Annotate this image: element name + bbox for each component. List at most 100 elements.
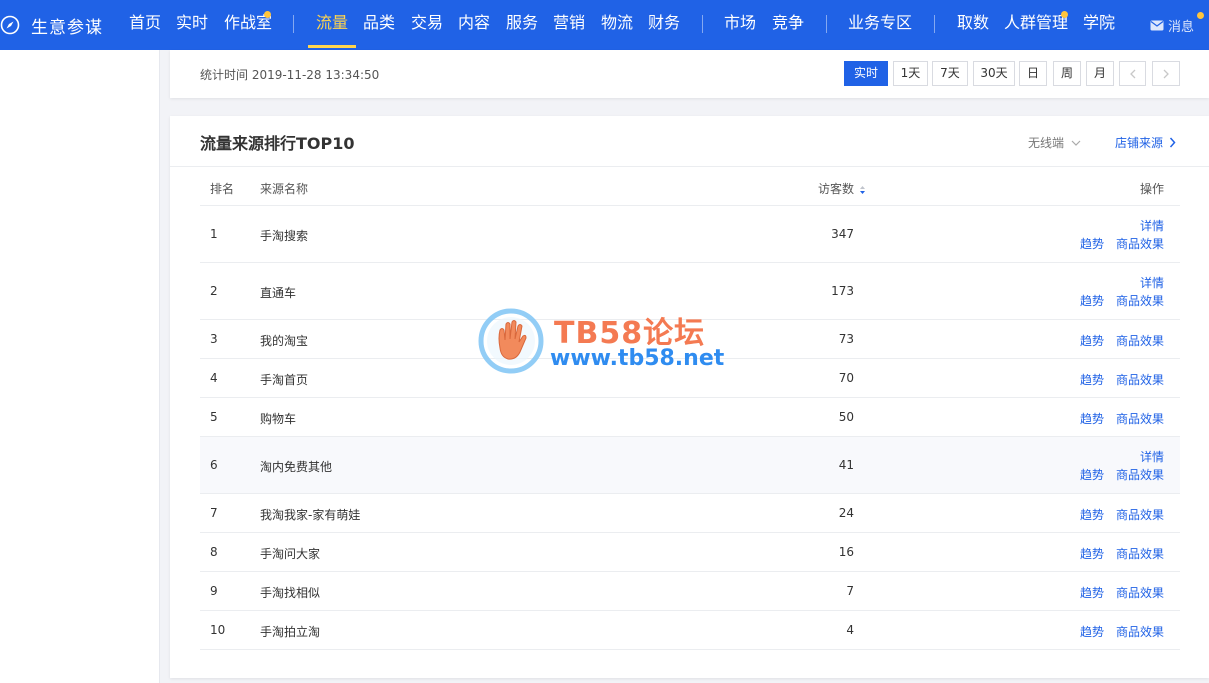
table-row: 8 手淘问大家 16 趋势 商品效果	[200, 533, 1180, 572]
goods-effect-link[interactable]: 商品效果	[1116, 371, 1164, 388]
goods-effect-link[interactable]: 商品效果	[1116, 466, 1164, 483]
rank-cell: 4	[210, 371, 218, 385]
goods-effect-link[interactable]: 商品效果	[1116, 332, 1164, 349]
visitors-cell: 7	[846, 584, 854, 598]
goods-effect-link[interactable]: 商品效果	[1116, 584, 1164, 601]
nav-item-academy[interactable]: 学院	[1083, 0, 1115, 50]
nav-item-crowd-management[interactable]: 人群管理	[1004, 0, 1068, 50]
table-row: 7 我淘我家-家有萌娃 24 趋势 商品效果	[200, 494, 1180, 533]
visitors-cell: 50	[838, 410, 854, 424]
brand[interactable]: 生意参谋	[0, 0, 103, 50]
notification-dot	[1197, 12, 1204, 19]
nav-item-business-zone[interactable]: 业务专区	[848, 0, 912, 50]
prev-period-button[interactable]	[1119, 61, 1146, 86]
nav-separator	[702, 15, 703, 33]
table-row: 5 购物车 50 趋势 商品效果	[200, 398, 1180, 437]
nav-item-traffic[interactable]: 流量	[316, 0, 348, 50]
trend-link[interactable]: 趋势	[1080, 410, 1104, 427]
trend-link[interactable]: 趋势	[1080, 235, 1104, 252]
period-month-button[interactable]: 月	[1086, 61, 1114, 86]
goods-effect-link[interactable]: 商品效果	[1116, 545, 1164, 562]
rank-cell: 2	[210, 284, 218, 298]
nav-item-service[interactable]: 服务	[506, 0, 538, 50]
active-nav-underline	[308, 45, 356, 48]
brand-name: 生意参谋	[31, 17, 103, 38]
trend-link[interactable]: 趋势	[1080, 584, 1104, 601]
period-1day-button[interactable]: 1天	[893, 61, 928, 86]
nav-item-logistics[interactable]: 物流	[601, 0, 633, 50]
rank-cell: 1	[210, 227, 218, 241]
chevron-right-icon	[1169, 137, 1176, 148]
trend-link[interactable]: 趋势	[1080, 623, 1104, 640]
nav-item-realtime[interactable]: 实时	[176, 0, 208, 50]
rank-cell: 10	[210, 623, 226, 637]
trend-link[interactable]: 趋势	[1080, 545, 1104, 562]
nav-item-finance[interactable]: 财务	[648, 0, 680, 50]
hand-logo-icon	[478, 308, 544, 374]
table-row: 6 淘内免费其他 41 详情 趋势 商品效果	[200, 437, 1180, 494]
goods-effect-link[interactable]: 商品效果	[1116, 410, 1164, 427]
detail-link[interactable]: 详情	[1140, 448, 1164, 465]
source-name-cell: 手淘拍立淘	[260, 625, 321, 639]
compass-icon	[0, 15, 20, 35]
visitors-cell: 347	[831, 227, 854, 241]
sort-icon	[860, 185, 865, 194]
table-row: 9 手淘找相似 7 趋势 商品效果	[200, 572, 1180, 611]
rank-cell: 5	[210, 410, 218, 424]
nav-item-market[interactable]: 市场	[724, 0, 756, 50]
trend-link[interactable]: 趋势	[1080, 292, 1104, 309]
rank-cell: 3	[210, 332, 218, 346]
nav-item-competition[interactable]: 竞争	[772, 0, 804, 50]
stat-time-text: 统计时间 2019-11-28 13:34:50	[200, 68, 380, 82]
watermark: TB58论坛 www.tb58.net	[478, 306, 738, 376]
shop-source-label: 店铺来源	[1115, 136, 1164, 150]
trend-link[interactable]: 趋势	[1080, 506, 1104, 523]
chevron-down-icon	[1071, 140, 1081, 146]
shop-source-link[interactable]: 店铺来源	[1115, 134, 1176, 151]
left-sidebar	[0, 50, 160, 683]
column-header-rank: 排名	[210, 182, 235, 196]
column-header-action: 操作	[1139, 182, 1164, 196]
chevron-left-icon	[1129, 69, 1135, 79]
table-row: 1 手淘搜索 347 详情趋势 商品效果	[200, 206, 1180, 263]
period-30day-button[interactable]: 30天	[973, 61, 1015, 86]
period-realtime-button[interactable]: 实时	[844, 61, 888, 86]
detail-link[interactable]: 详情	[1140, 217, 1164, 234]
nav-item-category[interactable]: 品类	[363, 0, 395, 50]
mail-icon	[1150, 20, 1164, 30]
rank-cell: 8	[210, 545, 218, 559]
period-day-button[interactable]: 日	[1019, 61, 1047, 86]
top-nav-bar: 生意参谋 首页 实时 作战室 流量 品类 交易 内容 服务 营销 物流 财务 市…	[0, 0, 1209, 50]
rank-cell: 9	[210, 584, 218, 598]
nav-item-content[interactable]: 内容	[458, 0, 490, 50]
trend-link[interactable]: 趋势	[1080, 466, 1104, 483]
visitors-cell: 41	[838, 458, 854, 472]
device-select[interactable]: 无线端	[1028, 134, 1081, 151]
rank-cell: 6	[210, 458, 218, 472]
visitors-cell: 73	[838, 332, 854, 346]
trend-link[interactable]: 趋势	[1080, 332, 1104, 349]
source-name-cell: 手淘问大家	[260, 547, 321, 561]
nav-item-home[interactable]: 首页	[129, 0, 161, 50]
trend-link[interactable]: 趋势	[1080, 371, 1104, 388]
source-name-cell: 手淘搜索	[260, 229, 309, 243]
source-name-cell: 购物车	[260, 412, 297, 426]
nav-separator	[826, 15, 827, 33]
goods-effect-link[interactable]: 商品效果	[1116, 623, 1164, 640]
card-title: 流量来源排行TOP10	[200, 134, 355, 153]
goods-effect-link[interactable]: 商品效果	[1116, 292, 1164, 309]
nav-item-trade[interactable]: 交易	[411, 0, 443, 50]
source-name-cell: 手淘找相似	[260, 586, 321, 600]
message-button[interactable]: 消息	[1150, 0, 1194, 50]
goods-effect-link[interactable]: 商品效果	[1116, 506, 1164, 523]
column-header-visitors[interactable]: 访客数	[818, 180, 866, 197]
nav-item-marketing[interactable]: 营销	[553, 0, 585, 50]
source-name-cell: 手淘首页	[260, 373, 309, 387]
detail-link[interactable]: 详情	[1140, 274, 1164, 291]
goods-effect-link[interactable]: 商品效果	[1116, 235, 1164, 252]
nav-item-data-fetch[interactable]: 取数	[957, 0, 989, 50]
next-period-button[interactable]	[1152, 61, 1180, 86]
period-week-button[interactable]: 周	[1053, 61, 1081, 86]
nav-item-war-room[interactable]: 作战室	[224, 0, 272, 50]
period-7day-button[interactable]: 7天	[932, 61, 968, 86]
